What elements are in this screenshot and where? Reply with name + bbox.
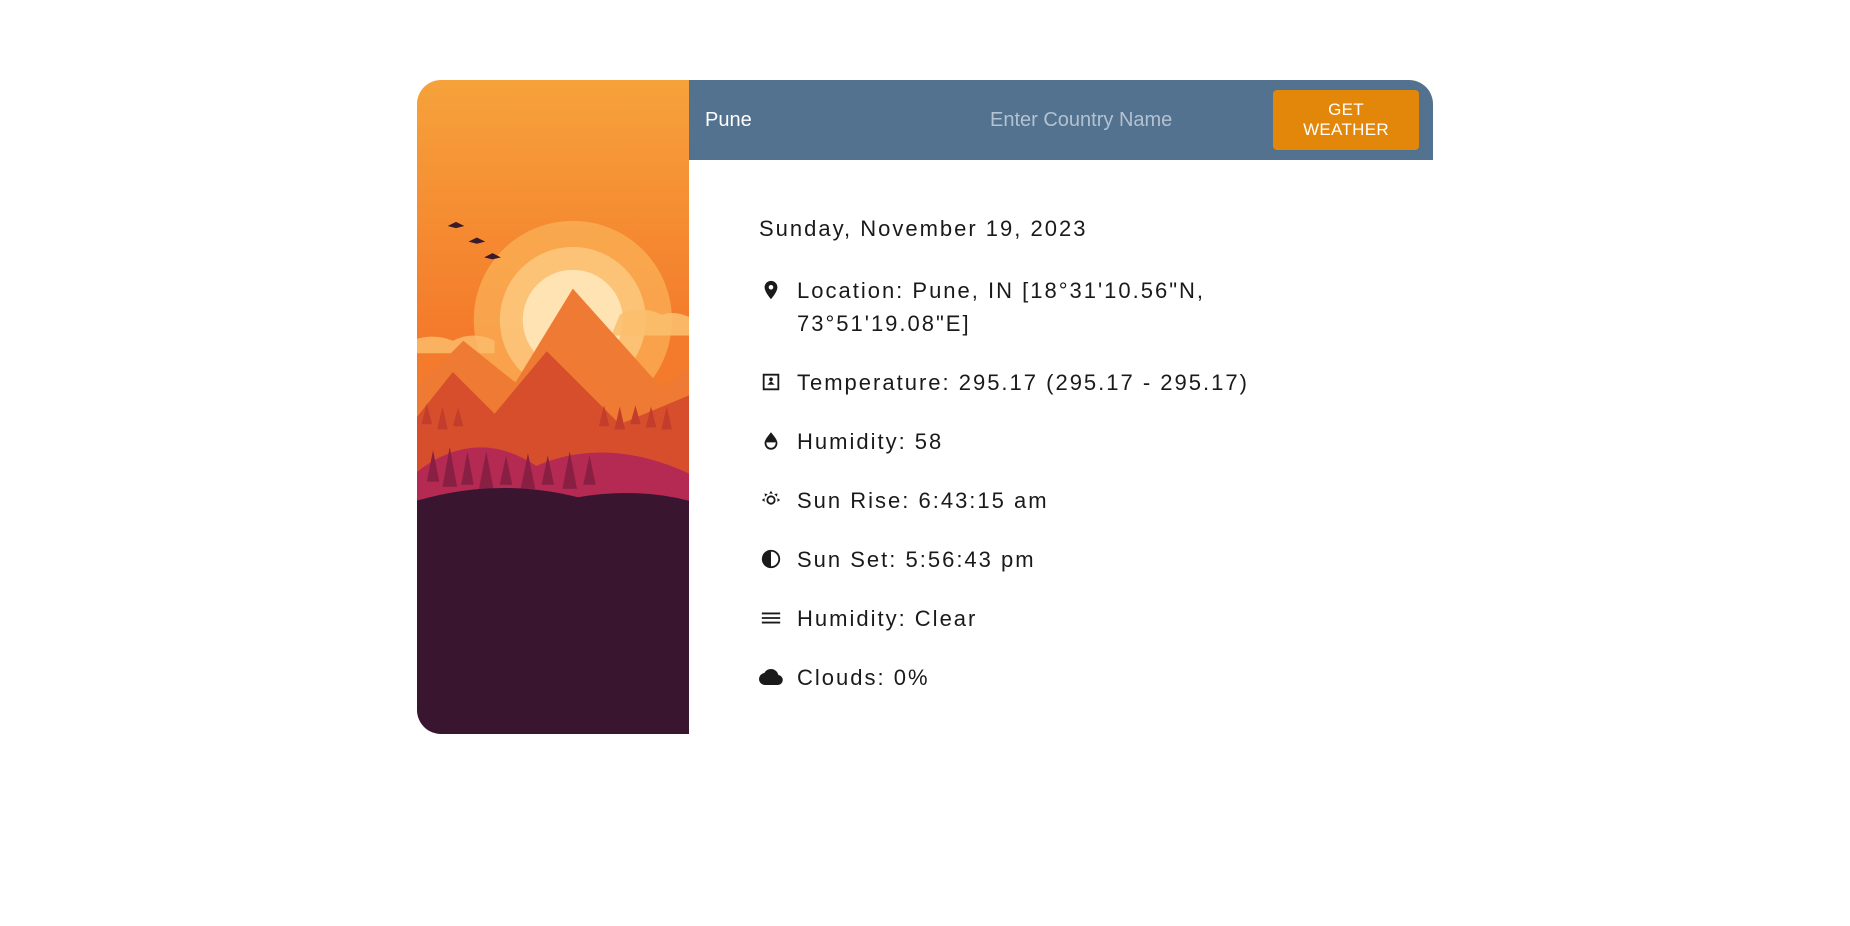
location-pin-icon bbox=[759, 278, 783, 302]
condition-line: Humidity: Clear bbox=[759, 602, 1363, 635]
temperature-text: Temperature: 295.17 (295.17 - 295.17) bbox=[797, 366, 1363, 399]
city-input[interactable] bbox=[703, 103, 972, 138]
weather-details: Sunday, November 19, 2023 Location: Pune… bbox=[689, 160, 1433, 734]
get-weather-button[interactable]: GET WEATHER bbox=[1273, 90, 1419, 150]
humidity-line: Humidity: 58 bbox=[759, 425, 1363, 458]
condition-text: Humidity: Clear bbox=[797, 602, 1363, 635]
weather-card: GET WEATHER Sunday, November 19, 2023 Lo… bbox=[417, 80, 1433, 734]
cloud-icon bbox=[759, 665, 783, 689]
clouds-text: Clouds: 0% bbox=[797, 661, 1363, 694]
sunrise-line: Sun Rise: 6:43:15 am bbox=[759, 484, 1363, 517]
sunset-text: Sun Set: 5:56:43 pm bbox=[797, 543, 1363, 576]
dehaze-icon bbox=[759, 606, 783, 630]
search-bar: GET WEATHER bbox=[689, 80, 1433, 160]
temperature-line: Temperature: 295.17 (295.17 - 295.17) bbox=[759, 366, 1363, 399]
date-text: Sunday, November 19, 2023 bbox=[759, 216, 1363, 242]
location-line: Location: Pune, IN [18°31'10.56"N, 73°51… bbox=[759, 274, 1363, 340]
country-input[interactable] bbox=[988, 103, 1257, 138]
side-illustration bbox=[417, 80, 689, 734]
content-panel: GET WEATHER Sunday, November 19, 2023 Lo… bbox=[689, 80, 1433, 734]
sunset-icon bbox=[759, 547, 783, 571]
sunrise-text: Sun Rise: 6:43:15 am bbox=[797, 484, 1363, 517]
sunset-line: Sun Set: 5:56:43 pm bbox=[759, 543, 1363, 576]
sunrise-icon bbox=[759, 488, 783, 512]
humidity-icon bbox=[759, 429, 783, 453]
humidity-text: Humidity: 58 bbox=[797, 425, 1363, 458]
temperature-icon bbox=[759, 370, 783, 394]
clouds-line: Clouds: 0% bbox=[759, 661, 1363, 694]
location-text: Location: Pune, IN [18°31'10.56"N, 73°51… bbox=[797, 274, 1363, 340]
